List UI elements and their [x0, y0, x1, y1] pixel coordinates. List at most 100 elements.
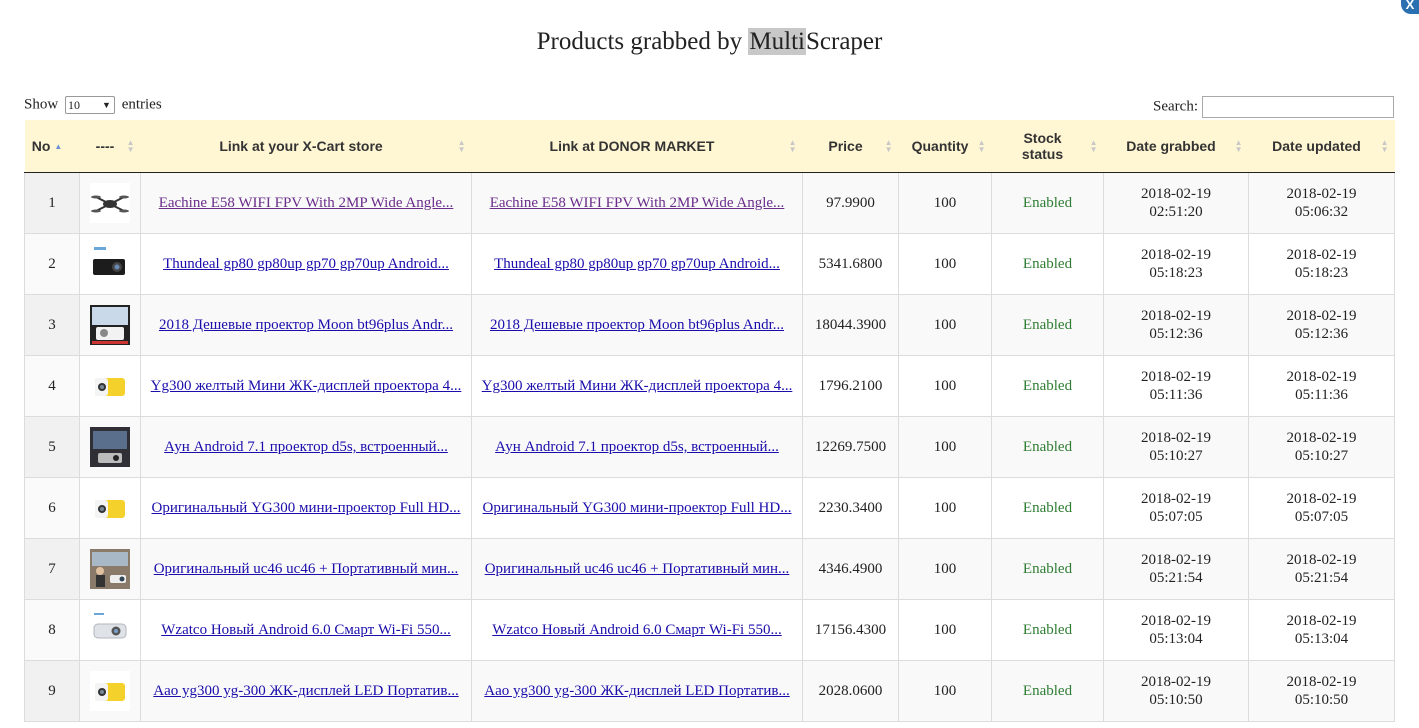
store-link-cell: Оригинальный uc46 uc46 + Портативный мин…: [140, 538, 472, 600]
store-product-link[interactable]: Thundeal gp80 gp80up gp70 gp70up Android…: [163, 256, 449, 272]
donor-link-cell: Wzatco Новый Android 6.0 Смарт Wi-Fi 550…: [471, 599, 803, 661]
date-grabbed-cell: 2018-02-19 05:10:27: [1103, 416, 1249, 478]
date-updated-cell: 2018-02-19 05:13:04: [1248, 599, 1395, 661]
store-link-cell: Wzatco Новый Android 6.0 Смарт Wi-Fi 550…: [140, 599, 472, 661]
sort-ascending-icon: ▲: [54, 142, 63, 151]
product-thumbnail-cell: [79, 233, 141, 295]
entries-length-control: Show 10 ▼ entries: [24, 96, 162, 114]
column-header-date-grabbed[interactable]: Date grabbed ▲ ▼: [1103, 120, 1249, 173]
donor-product-link[interactable]: Wzatco Новый Android 6.0 Смарт Wi-Fi 550…: [492, 622, 781, 638]
entries-select[interactable]: 10 ▼: [64, 96, 115, 114]
column-header-image[interactable]: ---- ▲ ▼: [79, 120, 141, 173]
column-header-quantity[interactable]: Quantity ▲ ▼: [898, 120, 992, 173]
donor-product-link[interactable]: Eachine E58 WIFI FPV With 2MP Wide Angle…: [490, 195, 785, 211]
sort-icon: ▲ ▼: [457, 138, 466, 154]
search-label: Search:: [1153, 98, 1198, 115]
price-cell: 12269.7500: [802, 416, 899, 478]
stock-status-cell: Enabled: [991, 355, 1104, 417]
donor-product-link[interactable]: Оригинальный YG300 мини-проектор Full HD…: [483, 500, 792, 516]
donor-link-cell: Аун Android 7.1 проектор d5s, встроенный…: [471, 416, 803, 478]
store-product-link[interactable]: Аун Android 7.1 проектор d5s, встроенный…: [164, 439, 448, 455]
quantity-cell: 100: [898, 294, 992, 356]
table-row: 7 Оригинальный uc46 uc46 + Портативный ми…: [24, 538, 1395, 600]
stock-status-cell: Enabled: [991, 599, 1104, 661]
product-thumbnail-cell: [79, 538, 141, 600]
column-header-donor-link[interactable]: Link at DONOR MARKET ▲ ▼: [471, 120, 803, 173]
price-cell: 97.9900: [802, 172, 899, 234]
store-link-cell: Оригинальный YG300 мини-проектор Full HD…: [140, 477, 472, 539]
row-number: 4: [24, 355, 80, 417]
entries-label: entries: [121, 96, 162, 113]
column-label: Quantity: [911, 138, 969, 154]
store-product-link[interactable]: Aao yg300 yg-300 ЖК-дисплей LED Портатив…: [153, 683, 458, 699]
donor-link-cell: 2018 Дешевые проектор Moon bt96plus Andr…: [471, 294, 803, 356]
sort-icon: ▲ ▼: [977, 138, 986, 154]
product-image: [86, 549, 134, 589]
table-row: 6 Оригинальный YG300 мини-проектор Full H…: [24, 477, 1395, 539]
date-updated-cell: 2018-02-19 05:11:36: [1248, 355, 1395, 417]
store-product-link[interactable]: Оригинальный YG300 мини-проектор Full HD…: [152, 500, 461, 516]
donor-product-link[interactable]: 2018 Дешевые проектор Moon bt96plus Andr…: [490, 317, 784, 333]
price-cell: 5341.6800: [802, 233, 899, 295]
column-header-date-updated[interactable]: Date updated ▲ ▼: [1248, 120, 1395, 173]
stock-status-cell: Enabled: [991, 477, 1104, 539]
donor-product-link[interactable]: Aao yg300 yg-300 ЖК-дисплей LED Портатив…: [484, 683, 789, 699]
search-highlight: Multi: [748, 28, 806, 55]
quantity-cell: 100: [898, 172, 992, 234]
show-label: Show: [24, 96, 59, 113]
product-image: [86, 427, 134, 467]
row-number: 3: [24, 294, 80, 356]
store-product-link[interactable]: Wzatco Новый Android 6.0 Смарт Wi-Fi 550…: [161, 622, 450, 638]
table-row: 9 Aao yg300 yg-300 ЖК-дисплей LED Портати…: [24, 660, 1395, 722]
date-grabbed-cell: 2018-02-19 05:11:36: [1103, 355, 1249, 417]
store-product-link[interactable]: 2018 Дешевые проектор Moon bt96plus Andr…: [159, 317, 453, 333]
column-label: No: [31, 138, 51, 154]
store-link-cell: 2018 Дешевые проектор Moon bt96plus Andr…: [140, 294, 472, 356]
date-grabbed-cell: 2018-02-19 05:07:05: [1103, 477, 1249, 539]
donor-product-link[interactable]: Yg300 желтый Мини ЖК-дисплей проектора 4…: [482, 378, 793, 394]
close-button[interactable]: X: [1401, 0, 1419, 14]
sort-icon: ▲ ▼: [1234, 138, 1243, 154]
donor-product-link[interactable]: Thundeal gp80 gp80up gp70 gp70up Android…: [494, 256, 780, 272]
page-title: Products grabbed by MultiScraper: [536, 28, 883, 55]
donor-link-cell: Оригинальный uc46 uc46 + Портативный мин…: [471, 538, 803, 600]
date-updated-cell: 2018-02-19 05:21:54: [1248, 538, 1395, 600]
column-header-price[interactable]: Price ▲ ▼: [802, 120, 899, 173]
table-body: 1 Eachine E58 WIFI FPV With 2MP Wide Angl…: [24, 172, 1395, 722]
sort-icon: ▲ ▼: [1380, 138, 1389, 154]
row-number: 7: [24, 538, 80, 600]
donor-link-cell: Eachine E58 WIFI FPV With 2MP Wide Angle…: [471, 172, 803, 234]
store-product-link[interactable]: Eachine E58 WIFI FPV With 2MP Wide Angle…: [159, 195, 454, 211]
column-label: Date grabbed: [1126, 138, 1216, 154]
row-number: 2: [24, 233, 80, 295]
store-product-link[interactable]: Yg300 желтый Мини ЖК-дисплей проектора 4…: [151, 378, 462, 394]
quantity-cell: 100: [898, 416, 992, 478]
quantity-cell: 100: [898, 599, 992, 661]
products-table: No ▲ ---- ▲ ▼ Link at your X-Cart store ▲ ▼ Link…: [24, 120, 1395, 722]
column-label: Date updated: [1272, 138, 1361, 154]
donor-product-link[interactable]: Аун Android 7.1 проектор d5s, встроенный…: [495, 439, 779, 455]
donor-link-cell: Оригинальный YG300 мини-проектор Full HD…: [471, 477, 803, 539]
date-updated-cell: 2018-02-19 05:07:05: [1248, 477, 1395, 539]
date-grabbed-cell: 2018-02-19 05:21:54: [1103, 538, 1249, 600]
column-header-no[interactable]: No ▲: [24, 120, 80, 173]
date-updated-cell: 2018-02-19 05:06:32: [1248, 172, 1395, 234]
search-input[interactable]: [1202, 96, 1394, 118]
row-number: 5: [24, 416, 80, 478]
search-control: Search:: [1153, 96, 1394, 118]
sort-icon: ▲ ▼: [126, 138, 135, 154]
column-label: Link at DONOR MARKET: [549, 138, 715, 154]
column-header-store-link[interactable]: Link at your X-Cart store ▲ ▼: [140, 120, 472, 173]
donor-product-link[interactable]: Оригинальный uc46 uc46 + Портативный мин…: [485, 561, 790, 577]
price-cell: 1796.2100: [802, 355, 899, 417]
stock-status-cell: Enabled: [991, 538, 1104, 600]
store-link-cell: Yg300 желтый Мини ЖК-дисплей проектора 4…: [140, 355, 472, 417]
store-product-link[interactable]: Оригинальный uc46 uc46 + Портативный мин…: [154, 561, 459, 577]
product-image: [86, 366, 134, 406]
stock-status-cell: Enabled: [991, 294, 1104, 356]
quantity-cell: 100: [898, 660, 992, 722]
donor-link-cell: Yg300 желтый Мини ЖК-дисплей проектора 4…: [471, 355, 803, 417]
table-header-row: No ▲ ---- ▲ ▼ Link at your X-Cart store ▲ ▼ Link…: [24, 120, 1395, 173]
date-grabbed-cell: 2018-02-19 05:12:36: [1103, 294, 1249, 356]
column-header-stock-status[interactable]: Stock status ▲ ▼: [991, 120, 1104, 173]
